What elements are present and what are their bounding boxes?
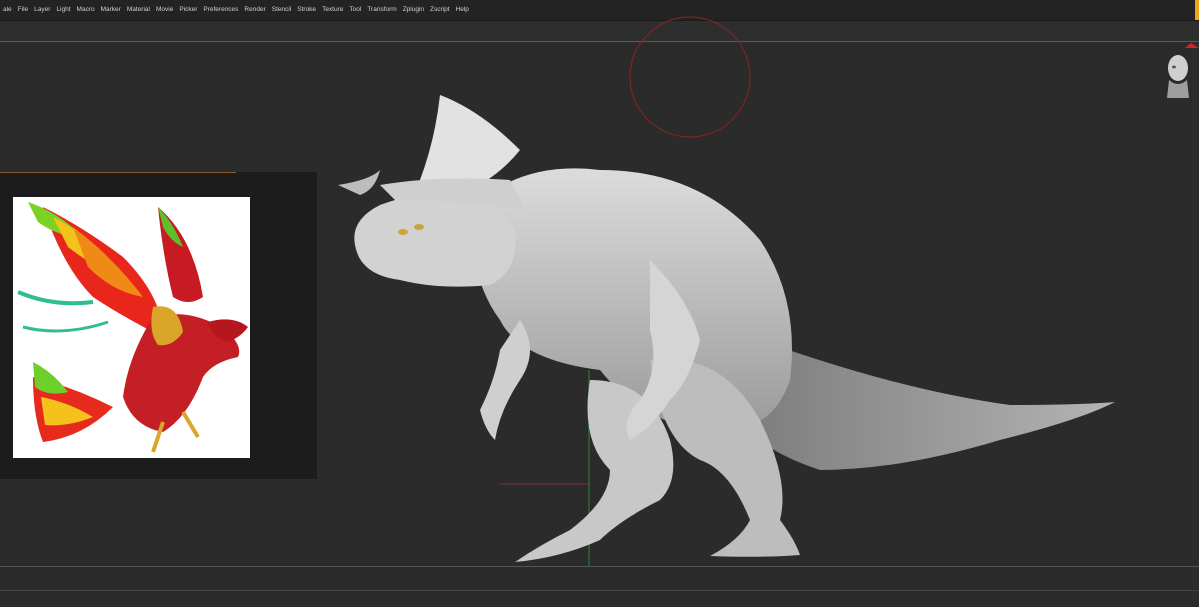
bottom-shelf-divider-2: [0, 590, 1199, 591]
viewport-canvas[interactable]: [0, 0, 1199, 607]
red-arrow-icon: [1185, 40, 1199, 50]
bottom-shelf-divider: [0, 566, 1199, 567]
brush-cursor-circle: [629, 16, 751, 138]
head-navigation-icon[interactable]: [1163, 52, 1193, 98]
dragon-sculpt-model: [338, 95, 1115, 562]
